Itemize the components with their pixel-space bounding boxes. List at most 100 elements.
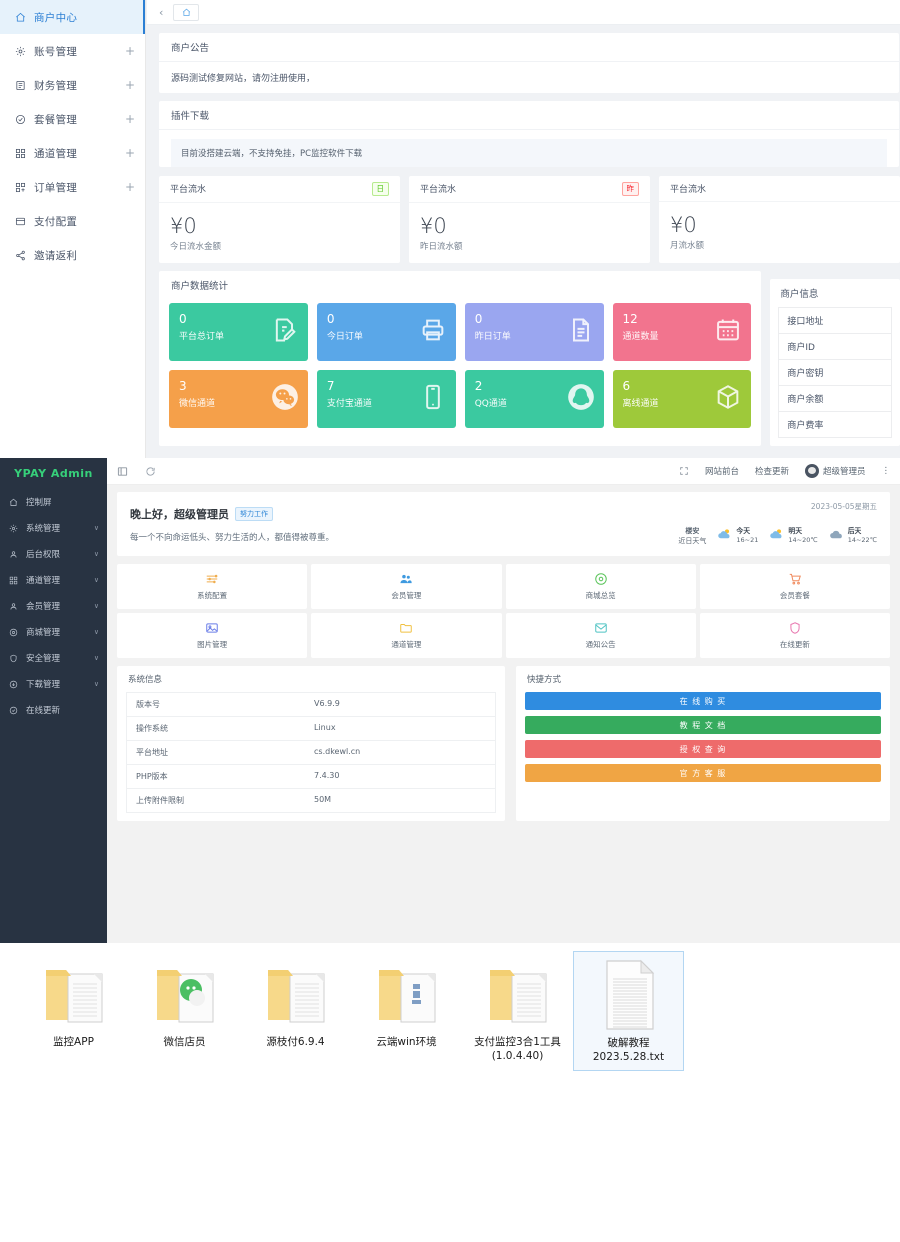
desktop-file-name: 破解教程2023.5.28.txt bbox=[577, 1037, 680, 1064]
shortcut-tile-5[interactable]: 通道管理 bbox=[311, 613, 501, 658]
ypay-topbar: 网站前台 检查更新 超级管理员 ⋮ bbox=[107, 458, 900, 485]
desktop-file-name: 云端win环境 bbox=[376, 1036, 436, 1050]
merchant-menu-item-4[interactable]: 通道管理+ bbox=[0, 136, 145, 170]
shortcut-tile-0[interactable]: 系统配置 bbox=[117, 564, 307, 609]
sun-cloud-icon bbox=[717, 527, 732, 546]
folder-icon bbox=[260, 956, 332, 1032]
stat-tile-4[interactable]: 3微信通道 bbox=[169, 370, 308, 428]
home-tab[interactable] bbox=[173, 4, 199, 21]
desktop-file-item-3[interactable]: 云端win环境 bbox=[351, 951, 462, 1071]
merchant-menu-item-3[interactable]: 套餐管理+ bbox=[0, 102, 145, 136]
chevron-down-icon[interactable]: ∨ bbox=[94, 576, 99, 584]
ypay-menu-item-5[interactable]: 商城管理∨ bbox=[0, 619, 107, 645]
more-menu-icon[interactable]: ⋮ bbox=[882, 466, 891, 476]
merchant-notice-text: 源码测试修复网站，请勿注册使用， bbox=[159, 62, 899, 93]
merchant-stats-card: 商户数据统计 0平台总订单0今日订单0昨日订单12通道数量3微信通道7支付宝通道… bbox=[159, 271, 761, 446]
desktop-file-name: 微信店员 bbox=[164, 1036, 206, 1050]
shield-icon bbox=[9, 654, 20, 663]
stat-tile-7[interactable]: 6离线通道 bbox=[613, 370, 752, 428]
merchant-menu-item-2[interactable]: 财务管理+ bbox=[0, 68, 145, 102]
ypay-menu-item-4[interactable]: 会员管理∨ bbox=[0, 593, 107, 619]
flow-card-title: 平台流水 bbox=[420, 182, 456, 195]
desktop-file-item-5[interactable]: 破解教程2023.5.28.txt bbox=[573, 951, 684, 1071]
ypay-admin-panel: YPAY Admin 控制屏系统管理∨后台权限∨通道管理∨会员管理∨商城管理∨安… bbox=[0, 458, 900, 943]
shortcut-tile-6[interactable]: 通知公告 bbox=[506, 613, 696, 658]
chevron-down-icon[interactable]: ∨ bbox=[94, 680, 99, 688]
ypay-menu-label: 会员管理 bbox=[26, 600, 94, 612]
menu-toggle-icon[interactable] bbox=[117, 466, 128, 477]
stat-tile-0[interactable]: 0平台总订单 bbox=[169, 303, 308, 361]
desktop-file-item-0[interactable]: 监控APP bbox=[18, 951, 129, 1071]
package-icon bbox=[14, 113, 27, 126]
chevron-down-icon[interactable]: ∨ bbox=[94, 550, 99, 558]
fullscreen-icon[interactable] bbox=[679, 466, 689, 476]
shortcut-tile-3[interactable]: 会员套餐 bbox=[700, 564, 890, 609]
quick-link-button-0[interactable]: 在 线 购 买 bbox=[525, 692, 881, 710]
ypay-menu-item-6[interactable]: 安全管理∨ bbox=[0, 645, 107, 671]
ypay-menu-item-2[interactable]: 后台权限∨ bbox=[0, 541, 107, 567]
site-front-link[interactable]: 网站前台 bbox=[705, 465, 739, 477]
payment-icon bbox=[14, 215, 27, 228]
chevron-down-icon[interactable]: ∨ bbox=[94, 524, 99, 532]
flow-card-2: 平台流水¥0月流水额 bbox=[659, 176, 900, 263]
ypay-menu-label: 下载管理 bbox=[26, 678, 94, 690]
quick-link-button-2[interactable]: 授 权 查 询 bbox=[525, 740, 881, 758]
stat-tile-1[interactable]: 0今日订单 bbox=[317, 303, 456, 361]
home-icon bbox=[182, 8, 191, 17]
ypay-menu: 控制屏系统管理∨后台权限∨通道管理∨会员管理∨商城管理∨安全管理∨下载管理∨在线… bbox=[0, 489, 107, 723]
list-doc-icon bbox=[567, 316, 595, 348]
system-info-row-0: 版本号V6.9.9 bbox=[127, 693, 495, 717]
expand-plus-icon[interactable]: + bbox=[125, 113, 135, 125]
shortcut-tile-7[interactable]: 在线更新 bbox=[700, 613, 890, 658]
stat-tile-3[interactable]: 12通道数量 bbox=[613, 303, 752, 361]
expand-plus-icon[interactable]: + bbox=[125, 181, 135, 193]
expand-plus-icon[interactable]: + bbox=[125, 147, 135, 159]
stat-tile-2[interactable]: 0昨日订单 bbox=[465, 303, 604, 361]
file-list: 监控APP 微信店员 源枝付6.9.4 云端win环境 支付监控3合1工具(1.… bbox=[0, 943, 900, 1071]
quick-link-button-3[interactable]: 官 方 客 服 bbox=[525, 764, 881, 782]
expand-plus-icon[interactable]: + bbox=[125, 45, 135, 57]
check-update-link[interactable]: 检查更新 bbox=[755, 465, 789, 477]
home-icon bbox=[14, 11, 27, 24]
stat-tile-5[interactable]: 7支付宝通道 bbox=[317, 370, 456, 428]
merchant-menu-item-7[interactable]: 邀请返利 bbox=[0, 238, 145, 272]
printer-icon bbox=[419, 316, 447, 348]
shortcut-tile-4[interactable]: 图片管理 bbox=[117, 613, 307, 658]
weather-day-name: 明天 bbox=[788, 526, 817, 536]
merchant-menu-item-1[interactable]: 账号管理+ bbox=[0, 34, 145, 68]
wechat-icon bbox=[271, 383, 299, 415]
quick-link-button-1[interactable]: 教 程 文 档 bbox=[525, 716, 881, 734]
chevron-down-icon[interactable]: ∨ bbox=[94, 654, 99, 662]
user-menu[interactable]: 超级管理员 bbox=[805, 464, 866, 478]
ypay-menu-item-8[interactable]: 在线更新 bbox=[0, 697, 107, 723]
desktop-file-item-4[interactable]: 支付监控3合1工具(1.0.4.40) bbox=[462, 951, 573, 1071]
desktop-file-item-1[interactable]: 微信店员 bbox=[129, 951, 240, 1071]
quick-links-list: 在 线 购 买教 程 文 档授 权 查 询官 方 客 服 bbox=[516, 692, 890, 782]
shortcut-tile-2[interactable]: 商城总览 bbox=[506, 564, 696, 609]
flow-card-amount: ¥0 bbox=[409, 203, 650, 240]
stat-tile-6[interactable]: 2QQ通道 bbox=[465, 370, 604, 428]
textfile-icon bbox=[593, 957, 665, 1033]
desktop-file-name: 支付监控3合1工具(1.0.4.40) bbox=[465, 1036, 570, 1063]
merchant-menu-item-5[interactable]: 订单管理+ bbox=[0, 170, 145, 204]
merchant-menu-item-0[interactable]: 商户中心 bbox=[0, 0, 145, 34]
greeting-card: 晚上好，超级管理员努力工作 每一个不向命运低头、努力生活的人，都值得被尊重。 2… bbox=[117, 492, 890, 556]
shortcut-tile-1[interactable]: 会员管理 bbox=[311, 564, 501, 609]
chevron-down-icon[interactable]: ∨ bbox=[94, 628, 99, 636]
ypay-menu-item-1[interactable]: 系统管理∨ bbox=[0, 515, 107, 541]
ypay-sidebar: YPAY Admin 控制屏系统管理∨后台权限∨通道管理∨会员管理∨商城管理∨安… bbox=[0, 458, 107, 943]
user-name: 超级管理员 bbox=[823, 465, 866, 477]
merchant-menu-item-6[interactable]: 支付配置 bbox=[0, 204, 145, 238]
ypay-menu-item-3[interactable]: 通道管理∨ bbox=[0, 567, 107, 593]
ypay-menu-item-7[interactable]: 下载管理∨ bbox=[0, 671, 107, 697]
back-icon[interactable]: ‹ bbox=[155, 6, 167, 19]
users-icon bbox=[399, 572, 413, 586]
refresh-icon[interactable] bbox=[145, 466, 156, 477]
desktop-file-item-2[interactable]: 源枝付6.9.4 bbox=[240, 951, 351, 1071]
expand-plus-icon[interactable]: + bbox=[125, 79, 135, 91]
chevron-down-icon[interactable]: ∨ bbox=[94, 602, 99, 610]
shortcut-label: 在线更新 bbox=[780, 639, 810, 650]
cart-icon bbox=[788, 572, 802, 586]
gear-icon bbox=[14, 45, 27, 58]
ypay-menu-item-0[interactable]: 控制屏 bbox=[0, 489, 107, 515]
